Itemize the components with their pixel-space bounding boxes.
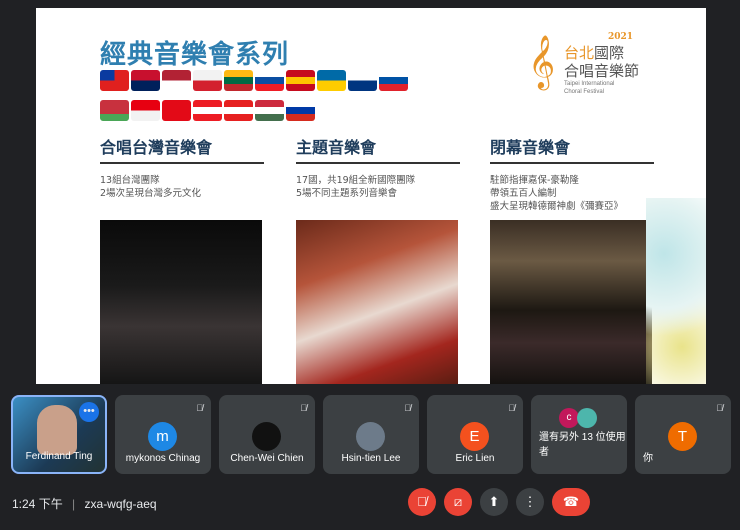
flag-slovenia-icon — [379, 70, 408, 91]
participant-tile[interactable]: T 🎙̸ 你 — [635, 395, 731, 474]
participant-name: mykonos Chinag — [125, 453, 201, 464]
flag-usa-icon — [162, 70, 191, 91]
present-button[interactable]: ⬆ — [480, 488, 508, 516]
flag-japan-icon — [193, 70, 222, 91]
camera-off-icon: ⧄ — [453, 494, 463, 509]
slide-title: 經典音樂會系列 — [100, 40, 290, 70]
participant-tile[interactable]: c 還有另外 13 位使用者 — [531, 395, 627, 474]
camera-off-button[interactable]: ⧄ — [444, 488, 472, 516]
flag-row — [100, 70, 420, 130]
mic-off-icon: 🎙̸ — [508, 403, 515, 413]
logo-year: 2021 — [608, 32, 634, 42]
festival-logo: 2021 𝄞 台北國際 合唱音樂節 Taipei International Ch… — [528, 32, 658, 102]
mic-off-icon: 🎙̸ — [404, 403, 411, 413]
hang-up-button[interactable]: ☎ — [552, 488, 590, 516]
column-taiwan: 合唱台灣音樂會 13組台灣團隊 2場次呈現台灣多元文化 — [100, 134, 264, 200]
column-line: 13組台灣團隊 — [100, 175, 160, 186]
column-line: 2場次呈現台灣多元文化 — [100, 188, 202, 199]
choir-photo-1 — [100, 220, 262, 384]
flag-russia-icon — [286, 100, 315, 121]
column-heading: 主題音樂會 — [296, 138, 377, 157]
meeting-code: zxa-wqfg-aeq — [84, 497, 157, 511]
mic-off-icon: 🎙̸ — [417, 494, 427, 509]
participant-tile[interactable]: E 🎙̸ Eric Lien — [427, 395, 523, 474]
participant-name: Hsin-tien Lee — [341, 453, 401, 464]
flag-indonesia-icon — [131, 100, 160, 121]
flag-finland-icon — [348, 70, 377, 91]
more-vert-icon: ⋮ — [523, 494, 537, 509]
column-line: 駐節指揮嘉保-豪勒隆 — [490, 175, 579, 186]
column-line: 帶領五百人編制 — [490, 188, 557, 199]
mic-off-icon: 🎙̸ — [300, 403, 307, 413]
column-heading: 合唱台灣音樂會 — [100, 138, 213, 157]
flag-belarus-icon — [100, 100, 129, 121]
logo-english: Taipei International Choral Festival — [564, 81, 615, 95]
flag-spain-icon — [286, 70, 315, 91]
avatar — [252, 422, 281, 451]
column-closing: 閉幕音樂會 駐節指揮嘉保-豪勒隆 帶領五百人編制盛大呈現韓德爾神劇《彌賽亞》 — [490, 134, 654, 213]
avatar: c — [559, 408, 579, 428]
clock: 1:24 下午 — [12, 497, 63, 511]
flag-sweden-icon — [317, 70, 346, 91]
flag-hungary-icon — [255, 100, 284, 121]
column-theme: 主題音樂會 17國，共19組全新國際團隊 5場不同主題系列音樂會 — [296, 134, 460, 200]
participant-tile[interactable]: 🎙̸ Hsin-tien Lee — [323, 395, 419, 474]
separator: | — [72, 497, 76, 511]
flag-turkey-icon — [162, 100, 191, 121]
logo-line2: 合唱音樂節 — [564, 62, 640, 80]
flag-taiwan-icon — [100, 70, 129, 91]
avatar: T — [668, 422, 697, 451]
participant-tile[interactable]: 🎙̸ Chen-Wei Chien — [219, 395, 315, 474]
column-line: 17國，共19組全新國際團隊 — [296, 175, 416, 186]
participant-name: 還有另外 13 位使用者 — [539, 432, 626, 458]
treble-clef-icon: 𝄞 — [528, 35, 556, 87]
choir-photo-3 — [490, 220, 652, 384]
avatar — [356, 422, 385, 451]
column-heading: 閉幕音樂會 — [490, 138, 571, 157]
avatar — [577, 408, 597, 428]
participant-name: 你 — [643, 453, 653, 464]
watercolor-decoration — [646, 198, 706, 384]
participant-tile[interactable]: m 🎙̸ mykonos Chinag — [115, 395, 211, 474]
presentation-slide: 經典音樂會系列 2021 𝄞 台北國際 合唱音樂節 Taipei Interna… — [36, 8, 706, 384]
avatar: m — [148, 422, 177, 451]
choir-photo-2 — [296, 220, 458, 384]
flag-lebanon-icon — [193, 100, 222, 121]
more-options-button[interactable]: ⋮ — [516, 488, 544, 516]
participant-name: Eric Lien — [455, 453, 495, 464]
mic-off-icon: 🎙̸ — [716, 403, 723, 413]
avatar: E — [460, 422, 489, 451]
more-icon[interactable]: ••• — [79, 402, 99, 422]
participant-video — [37, 405, 77, 455]
column-line: 盛大呈現韓德爾神劇《彌賽亞》 — [490, 201, 624, 212]
participant-tile[interactable]: ••• Ferdinand Ting — [11, 395, 107, 474]
participant-name: Ferdinand Ting — [25, 451, 93, 462]
hang-up-icon: ☎ — [562, 494, 580, 509]
flag-slovakia-icon — [255, 70, 284, 91]
flag-lithuania-icon — [224, 70, 253, 91]
mic-off-button[interactable]: 🎙̸ — [408, 488, 436, 516]
column-line: 5場不同主題系列音樂會 — [296, 188, 398, 199]
meeting-info: 1:24 下午 | zxa-wqfg-aeq — [12, 495, 157, 512]
flag-norway-icon — [131, 70, 160, 91]
mic-off-icon: 🎙̸ — [196, 403, 203, 413]
present-icon: ⬆ — [488, 494, 500, 509]
flag-canada-icon — [224, 100, 253, 121]
participant-name: Chen-Wei Chien — [230, 453, 304, 464]
